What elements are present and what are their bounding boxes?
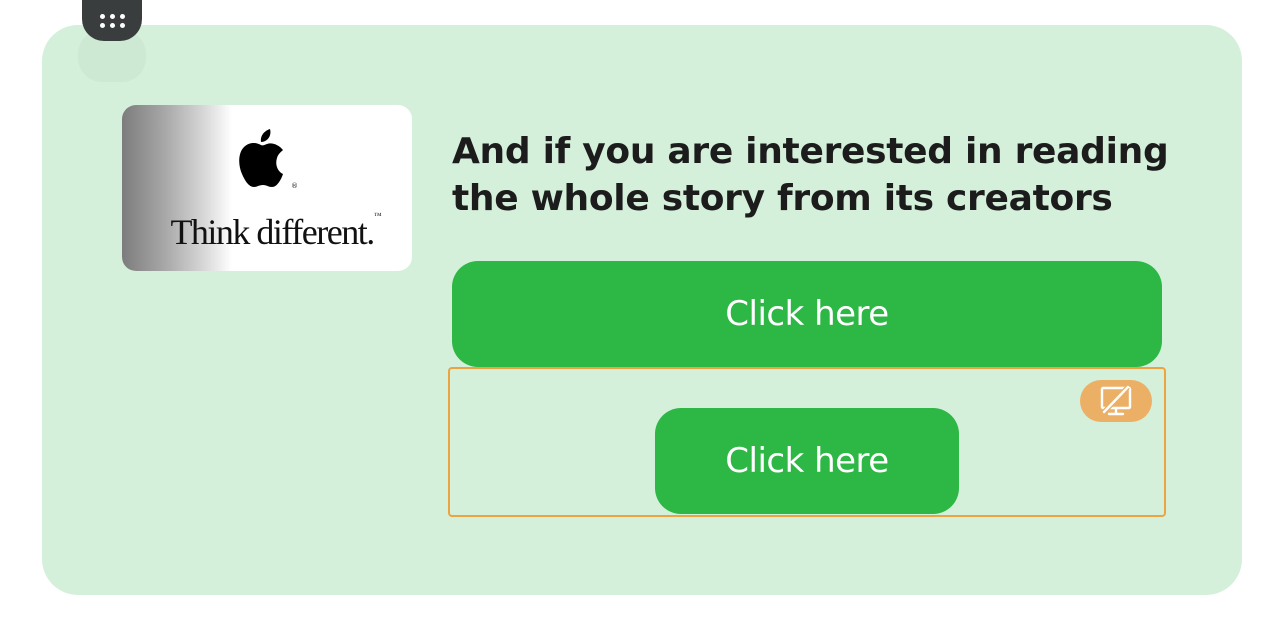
grip-dots-icon [99, 13, 125, 28]
secondary-click-here-button[interactable]: Click here [655, 408, 959, 514]
registered-mark: ® [291, 182, 298, 190]
trademark-mark: ™ [373, 211, 382, 220]
primary-click-here-button[interactable]: Click here [452, 261, 1162, 367]
block-headline: And if you are interested in reading the… [452, 131, 1169, 219]
image-tagline: Think different.™ [170, 211, 382, 252]
hide-on-desktop-badge[interactable] [1080, 380, 1152, 422]
think-different-image: ® Think different.™ [122, 105, 412, 271]
apple-logo-icon [239, 129, 283, 187]
drag-handle[interactable] [82, 0, 142, 41]
monitor-off-icon [1100, 385, 1132, 416]
